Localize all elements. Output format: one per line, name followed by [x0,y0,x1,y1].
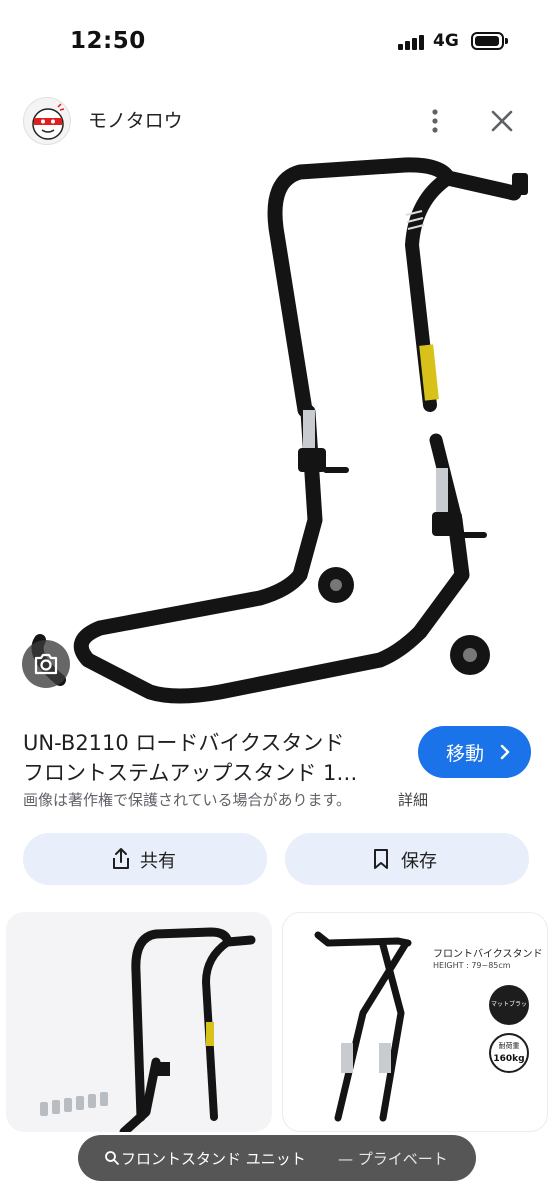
lens-camera-icon[interactable] [22,640,70,688]
result-header: モノタロウ [0,92,554,148]
more-vert-icon[interactable] [422,106,448,136]
product-image[interactable] [0,150,554,710]
visit-label: 移動 [446,743,485,765]
save-button[interactable]: 保存 [285,833,529,885]
search-query-bar[interactable]: フロントスタンド ユニット — プライベート [78,1135,476,1181]
related-image-card[interactable]: フロントバイクスタンド HEIGHT : 79~85cm マットブラック 耐荷重… [282,912,548,1132]
save-label: 保存 [401,851,437,872]
details-link[interactable]: 詳細 [398,789,428,810]
search-icon [105,1151,119,1165]
share-button[interactable]: 共有 [23,833,267,885]
load-capacity-badge: 耐荷重 160kg [489,1033,529,1073]
close-icon[interactable] [486,105,518,137]
site-name[interactable]: モノタロウ [88,106,183,133]
copyright-notice: 画像は著作権で保護されている場合があります。 [23,791,352,809]
load-value: 160kg [493,1054,525,1064]
load-label: 耐荷重 [498,1042,520,1050]
private-mode-label: — プライベート [338,1150,448,1168]
related-image-card[interactable] [6,912,272,1132]
status-bar: 12:50 4G [0,0,554,84]
visit-button[interactable]: 移動 [418,726,531,778]
result-title[interactable]: UN-B2110 ロードバイクスタンド フロントステムアップスタンド 1… [23,728,403,788]
related-stand-image [40,927,256,1132]
card-product-height: HEIGHT : 79~85cm [433,961,511,970]
share-icon [113,848,129,869]
color-badge: マットブラック [489,985,529,1048]
bookmark-icon [374,849,388,869]
result-title-line2: フロントステムアップスタンド 1… [23,761,358,785]
battery-icon [471,32,508,50]
signal-strength-icon [398,34,426,50]
chevron-right-icon [500,744,510,760]
status-time: 12:50 [70,28,146,54]
site-logo-icon[interactable] [23,97,71,145]
result-title-line1: UN-B2110 ロードバイクスタンド [23,731,345,755]
network-type: 4G [433,31,459,51]
card-product-title: フロントバイクスタンド [433,949,543,960]
search-query-text: フロントスタンド ユニット [121,1150,306,1168]
share-label: 共有 [140,851,176,872]
